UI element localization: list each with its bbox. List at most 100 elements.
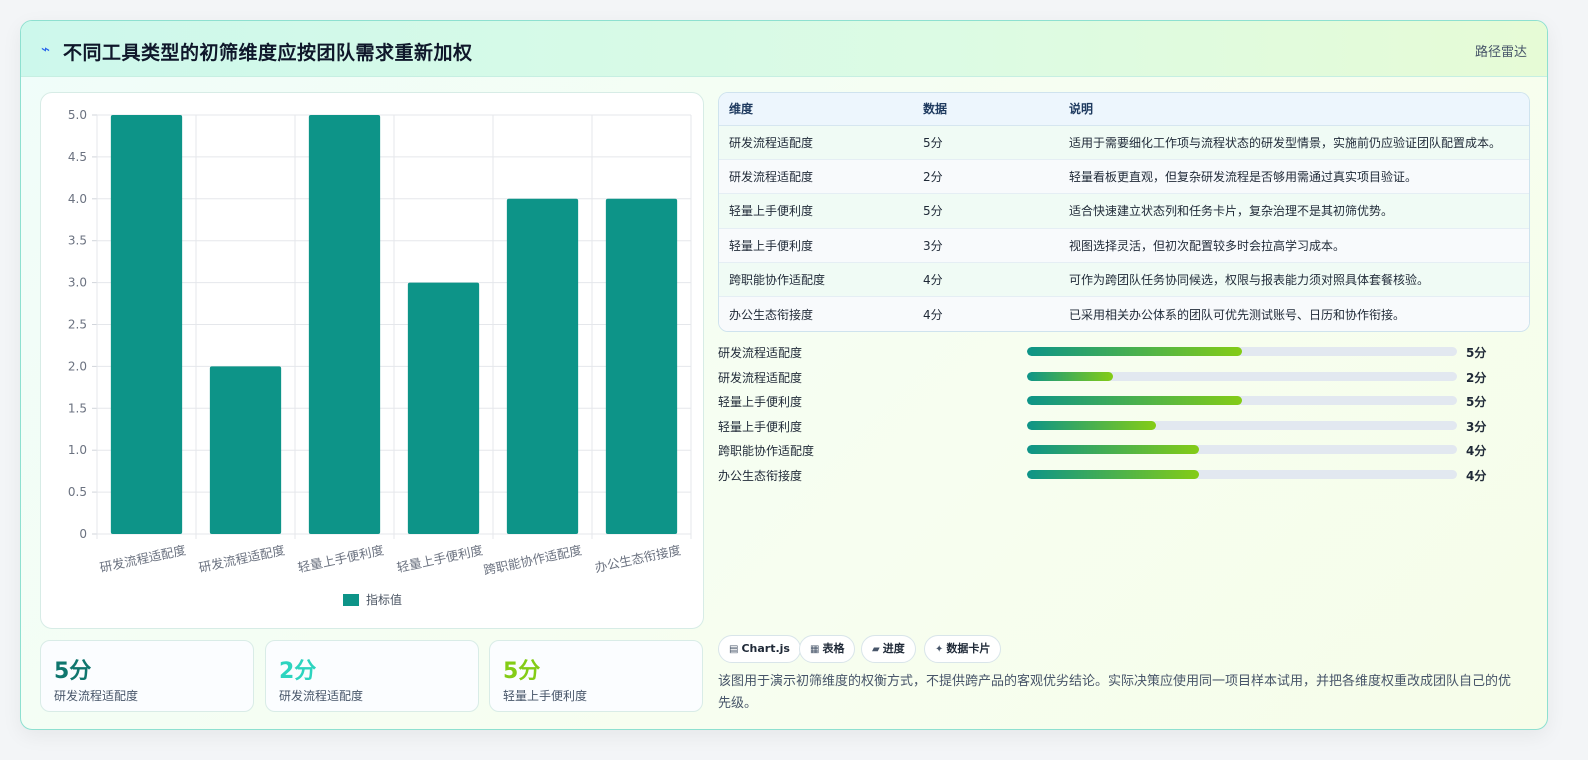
- dashboard-card: ⌁ 不同工具类型的初筛维度应按团队需求重新加权 路径雷达 0 0.5 1.0 1.5 2…: [20, 20, 1548, 730]
- progress-fill: [1027, 371, 1113, 381]
- sparkle-icon: ✦: [935, 644, 944, 655]
- y-tick-label: 4.0: [68, 192, 87, 206]
- table-cell: 跨职能协作适配度: [729, 273, 826, 288]
- table-cell: 轻量上手便利度: [729, 238, 814, 253]
- bar-chart-panel: 0 0.5 1.0 1.5 2.0 2.5 3.0 3.5 4.0 4.5 5.0 研发流程适配度 研发…: [40, 92, 704, 629]
- table-cell: 可作为跨团队任务协同候选，权限与报表能力须对照具体套餐核验。: [1069, 273, 1430, 288]
- table-cell: 5分: [923, 204, 943, 219]
- column-header: 说明: [1059, 93, 1529, 126]
- card-header: ⌁ 不同工具类型的初筛维度应按团队需求重新加权 路径雷达: [21, 21, 1547, 77]
- progress-fill: [1027, 347, 1242, 356]
- progress-row: 跨职能协作适配度 4分: [718, 441, 1508, 466]
- legend-swatch: [343, 594, 359, 606]
- stat-value: 2分: [279, 659, 317, 684]
- chip-table[interactable]: ▦ 表格: [799, 635, 856, 663]
- progress-row: 办公生态衔接度 4分: [718, 466, 1508, 491]
- progress-label: 轻量上手便利度: [718, 395, 803, 410]
- table-icon: ▦: [810, 644, 820, 655]
- table-row: 办公生态衔接度 4分 已采用相关办公体系的团队可优先测试账号、日历和协作衔接。: [719, 296, 1529, 331]
- progress-label: 研发流程适配度: [718, 346, 803, 360]
- x-tick-label: 轻量上手便利度: [296, 542, 385, 575]
- header-tag: 路径雷达: [1474, 45, 1527, 60]
- progress-fill: [1027, 396, 1242, 406]
- bar: [308, 115, 381, 534]
- progress-track: [1027, 469, 1457, 479]
- y-tick-label: 1.0: [68, 443, 87, 457]
- progress-track: [1027, 420, 1457, 430]
- table-cell: 轻量看板更直观，但复杂研发流程是否够用需通过真实项目验证。: [1069, 170, 1418, 185]
- progress-list: 研发流程适配度 5分 研发流程适配度 2分 轻量上手便利度 5分 轻量上手便利度…: [718, 343, 1508, 491]
- table-row: 研发流程适配度 2分 轻量看板更直观，但复杂研发流程是否够用需通过真实项目验证。: [719, 159, 1529, 194]
- table-cell: 办公生态衔接度: [729, 307, 814, 322]
- chip-data-card[interactable]: ✦ 数据卡片: [924, 635, 1002, 663]
- progress-row: 研发流程适配度 5分: [718, 343, 1508, 368]
- column-header: 数据: [913, 93, 1059, 126]
- x-tick-label: 办公生态衔接度: [593, 542, 682, 575]
- chip-label: 数据卡片: [946, 642, 991, 655]
- progress-icon: ▰: [872, 644, 880, 655]
- y-tick-label: 4.5: [68, 150, 87, 164]
- table-row: 轻量上手便利度 5分 适合快速建立状态列和任务卡片，复杂治理不是其初筛优势。: [719, 193, 1529, 229]
- table-row: 轻量上手便利度 3分 视图选择灵活，但初次配置较多时会拉高学习成本。: [719, 228, 1529, 263]
- table-cell: 4分: [923, 307, 943, 322]
- x-tick-label: 研发流程适配度: [98, 542, 187, 575]
- table-cell: 已采用相关办公体系的团队可优先测试账号、日历和协作衔接。: [1069, 307, 1406, 322]
- column-header: 维度: [719, 93, 913, 126]
- stat-card-3: 5分 轻量上手便利度: [489, 640, 703, 712]
- bar: [407, 282, 480, 534]
- y-tick-label: 0.5: [68, 485, 87, 499]
- progress-track: [1027, 371, 1457, 381]
- progress-row: 研发流程适配度 2分: [718, 368, 1508, 393]
- progress-label: 轻量上手便利度: [718, 419, 803, 434]
- progress-value: 4分: [1466, 468, 1487, 483]
- table-cell: 2分: [923, 170, 943, 185]
- bar: [605, 198, 678, 535]
- page-title: 不同工具类型的初筛维度应按团队需求重新加权: [63, 42, 473, 64]
- progress-value: 5分: [1466, 346, 1487, 360]
- progress-value: 5分: [1466, 395, 1487, 410]
- legend-label: 指标值: [366, 592, 402, 607]
- progress-track: [1027, 445, 1457, 455]
- chart-icon: ▤: [729, 644, 739, 655]
- progress-label: 办公生态衔接度: [718, 468, 803, 483]
- y-tick-label: 5.0: [68, 108, 87, 122]
- chip-label: 表格: [822, 642, 845, 655]
- table-header-row: 维度 数据 说明: [719, 93, 1529, 126]
- x-tick-label: 轻量上手便利度: [395, 542, 484, 575]
- table-cell: 轻量上手便利度: [729, 204, 814, 219]
- table-cell: 适用于需要细化工作项与流程状态的研发型情景，实施前仍应验证团队配置成本。: [1069, 135, 1502, 150]
- table-cell: 视图选择灵活，但初次配置较多时会拉高学习成本。: [1069, 238, 1346, 253]
- chip-chartjs[interactable]: ▤ Chart.js: [718, 635, 801, 663]
- bar: [110, 115, 183, 534]
- progress-fill: [1027, 420, 1156, 430]
- y-tick-label: 0: [79, 527, 87, 541]
- stat-label: 研发流程适配度: [54, 689, 139, 703]
- y-tick-label: 3.5: [68, 234, 87, 248]
- table-cell: 研发流程适配度: [729, 135, 814, 150]
- chip-label: Chart.js: [741, 642, 790, 655]
- stat-value: 5分: [503, 659, 541, 684]
- progress-value: 3分: [1466, 419, 1487, 434]
- table-cell: 5分: [923, 135, 943, 150]
- stat-value: 5分: [54, 659, 92, 684]
- chip-label: 进度: [882, 642, 905, 655]
- y-tick-label: 2.0: [68, 359, 87, 373]
- table-row: 研发流程适配度 5分 适用于需要细化工作项与流程状态的研发型情景，实施前仍应验证团队…: [719, 125, 1529, 160]
- stat-label: 轻量上手便利度: [503, 689, 588, 703]
- stat-label: 研发流程适配度: [279, 689, 364, 703]
- progress-value: 2分: [1466, 370, 1487, 385]
- y-tick-label: 2.5: [68, 318, 87, 332]
- table-cell: 研发流程适配度: [729, 170, 814, 185]
- bar: [209, 366, 282, 534]
- progress-track: [1027, 347, 1457, 356]
- progress-row: 轻量上手便利度 5分: [718, 392, 1508, 417]
- y-tick-label: 1.5: [68, 401, 87, 415]
- x-tick-label: 研发流程适配度: [197, 542, 286, 575]
- y-tick-label: 3.0: [68, 276, 87, 290]
- x-tick-label: 跨职能协作适配度: [482, 542, 583, 578]
- progress-label: 跨职能协作适配度: [718, 444, 815, 459]
- chip-progress[interactable]: ▰ 进度: [861, 635, 916, 663]
- progress-label: 研发流程适配度: [718, 370, 803, 385]
- footnote: 该图用于演示初筛维度的权衡方式，不提供跨产品的客观优劣结论。实际决策应使用同一项…: [718, 674, 1512, 711]
- lightning-icon: ⌁: [41, 40, 51, 58]
